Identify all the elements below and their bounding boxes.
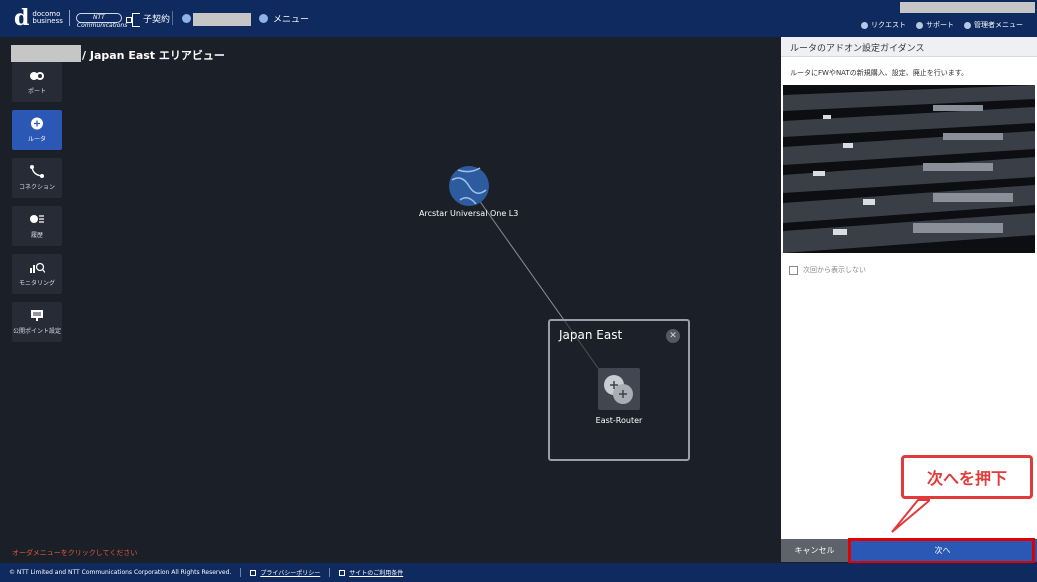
ntt-logo: NTT Communications bbox=[75, 13, 128, 29]
masked-account-name bbox=[193, 13, 251, 26]
router-icon bbox=[604, 375, 633, 404]
region-japan-east[interactable]: Japan East ✕ East-Router bbox=[548, 319, 690, 461]
menu-link[interactable]: メニュー bbox=[259, 12, 309, 25]
server-rack-illustration bbox=[783, 85, 1035, 253]
router-node[interactable] bbox=[598, 368, 640, 410]
area-map-canvas[interactable]: Arcstar Universal One L3 オーダメニューをクリックしてく… bbox=[0, 62, 780, 562]
masked-breadcrumb-root bbox=[11, 45, 81, 62]
top-header: d docomo business NTT Communications 子契約 … bbox=[0, 0, 1037, 37]
help-icon bbox=[916, 21, 923, 29]
region-title: Japan East bbox=[559, 328, 623, 342]
terms-of-use-link[interactable]: サイトのご利用条件 bbox=[339, 568, 403, 577]
monitoring-icon bbox=[30, 262, 45, 273]
dont-show-checkbox[interactable] bbox=[789, 265, 798, 275]
account-icon bbox=[182, 14, 191, 23]
support-link[interactable]: サポート bbox=[916, 20, 954, 30]
public-point-icon bbox=[31, 310, 43, 321]
breadcrumb: / Japan East エリアビュー bbox=[82, 49, 225, 62]
instruction-callout: 次へを押下 bbox=[901, 455, 1033, 499]
cancel-button[interactable]: キャンセル bbox=[781, 539, 848, 562]
sidebar-item-port[interactable]: ポート bbox=[12, 62, 62, 102]
privacy-policy-link[interactable]: プライバシーポリシー bbox=[250, 568, 320, 577]
history-icon bbox=[30, 215, 44, 223]
port-icon bbox=[30, 72, 44, 80]
callout-tail bbox=[891, 499, 930, 533]
bell-icon bbox=[861, 21, 868, 29]
sidebar-item-public-point[interactable]: 公開ポイント設定 bbox=[12, 302, 62, 342]
node-label: Arcstar Universal One L3 bbox=[419, 209, 519, 218]
sidebar-item-history[interactable]: 履歴 bbox=[12, 206, 62, 246]
globe-node-icon[interactable] bbox=[449, 166, 489, 206]
panel-description: ルータにFWやNATの新規購入、設定、廃止を行います。 bbox=[790, 69, 969, 77]
close-icon[interactable]: ✕ bbox=[666, 329, 680, 343]
masked-user-info bbox=[900, 2, 1035, 13]
sidebar-item-router[interactable]: ルータ bbox=[12, 110, 62, 150]
brand-logo[interactable]: d docomo business NTT Communications bbox=[14, 5, 128, 31]
copyright: © NTT Limited and NTT Communications Cor… bbox=[9, 569, 232, 576]
next-button-highlight bbox=[848, 538, 1035, 564]
connection-icon bbox=[30, 165, 44, 178]
footer: © NTT Limited and NTT Communications Cor… bbox=[0, 563, 1037, 582]
router-label: East-Router bbox=[595, 416, 643, 425]
admin-menu-link[interactable]: 管理者メニュー bbox=[964, 20, 1023, 30]
server-rack-image bbox=[783, 85, 1035, 253]
panel-title: ルータのアドオン設定ガイダンス bbox=[781, 37, 1037, 57]
router-icon bbox=[31, 117, 43, 130]
map-links bbox=[449, 166, 616, 393]
hierarchy-icon bbox=[126, 12, 140, 27]
sidebar-item-monitoring[interactable]: モニタリング bbox=[12, 254, 62, 294]
gear-icon bbox=[964, 21, 971, 29]
order-hint: オーダメニューをクリックしてください bbox=[12, 549, 138, 557]
dont-show-again[interactable]: 次回から表示しない bbox=[789, 265, 866, 275]
external-link-icon bbox=[250, 569, 257, 576]
external-link-icon bbox=[339, 569, 346, 576]
sidebar-item-connection[interactable]: コネクション bbox=[12, 158, 62, 198]
docomo-d-logo: d bbox=[14, 5, 30, 31]
request-link[interactable]: リクエスト bbox=[861, 20, 906, 30]
left-sidebar: ポート ルータ コネクション 履歴 モニタリング 公開ポイント設定 bbox=[12, 62, 62, 350]
menu-circle-icon bbox=[259, 14, 268, 23]
contract-link[interactable]: 子契約 bbox=[126, 12, 170, 27]
